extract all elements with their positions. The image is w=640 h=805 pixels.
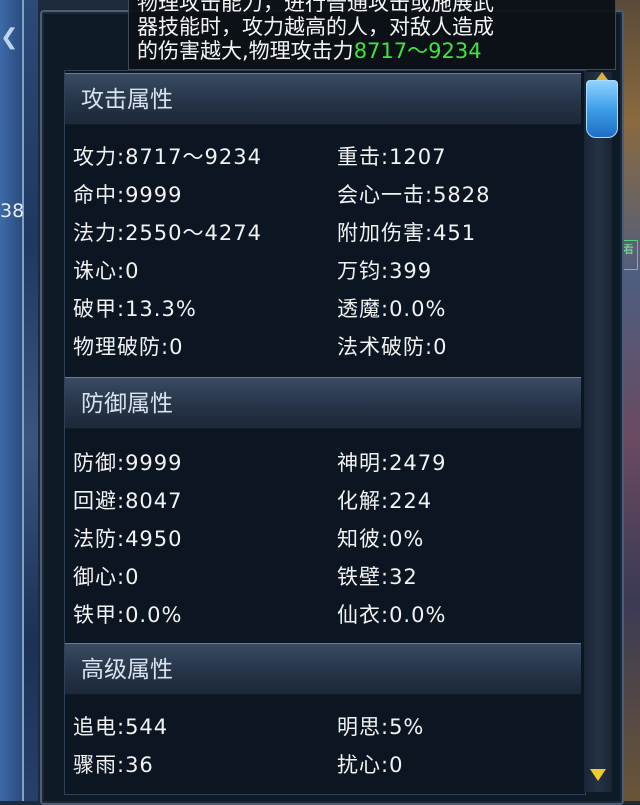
stat-resolve: 化解:224 <box>337 489 433 513</box>
scrollbar-track[interactable] <box>584 72 618 792</box>
stat-magic-penetration: 透魔:0.0% <box>337 297 447 321</box>
scrollbar-thumb[interactable] <box>586 80 618 138</box>
stat-critical-hit: 会心一击:5828 <box>337 183 491 207</box>
stat-accuracy: 命中:9999 <box>73 183 183 207</box>
stat-magic-defense: 法防:4950 <box>73 527 183 551</box>
stat-physical-pierce: 物理破防:0 <box>73 335 184 359</box>
scroll-down-icon[interactable] <box>590 769 606 781</box>
left-partial-number: 38 <box>0 200 25 222</box>
stat-evasion: 回避:8047 <box>73 489 183 513</box>
tooltip-line-2: 器技能时，攻力越高的人，对敌人造成 <box>137 15 494 39</box>
stat-magic-power: 法力:2550～4274 <box>73 221 262 245</box>
attack-tooltip: 物理攻击能力，进行普通攻击或施展武 器技能时，攻力越高的人，对敌人造成 的伤害越… <box>128 0 616 70</box>
stat-defense: 防御:9999 <box>73 451 183 475</box>
tooltip-attack-value: 8717～9234 <box>353 39 482 63</box>
left-window-edge <box>0 0 24 801</box>
section-header-defense: 防御属性 <box>65 377 581 429</box>
stat-wanjun: 万钧:399 <box>337 259 433 283</box>
tooltip-line-3-text: 的伤害越大,物理攻击力 <box>137 39 354 63</box>
right-partial-label: 看 <box>622 240 638 270</box>
section-header-attack: 攻击属性 <box>65 73 581 125</box>
collapse-arrow-icon[interactable]: ❮ <box>0 18 18 58</box>
stat-heavy-strike: 重击:1207 <box>337 145 447 169</box>
stat-raoxin: 扰心:0 <box>337 753 404 777</box>
stat-iron-wall: 铁壁:32 <box>337 565 418 589</box>
stat-immortal-robe: 仙衣:0.0% <box>337 603 447 627</box>
stat-zhibi: 知彼:0% <box>337 527 425 551</box>
stat-zhuxin: 诛心:0 <box>73 259 140 283</box>
stat-mingsi: 明思:5% <box>337 715 425 739</box>
stat-attack-power: 攻力:8717～9234 <box>73 145 262 169</box>
stat-zhuidian: 追电:544 <box>73 715 169 739</box>
stat-armor-break: 破甲:13.3% <box>73 297 197 321</box>
stat-zhouyu: 骤雨:36 <box>73 753 154 777</box>
attribute-list: 攻击属性 攻力:8717～9234 重击:1207 命中:9999 会心一击:5… <box>64 70 586 795</box>
stat-yuxin: 御心:0 <box>73 565 140 589</box>
scroll-up-icon[interactable] <box>596 72 608 80</box>
stat-shenming: 神明:2479 <box>337 451 447 475</box>
tooltip-line-3: 的伤害越大,物理攻击力8717～9234 <box>137 39 607 63</box>
attribute-panel: 攻击属性 攻力:8717～9234 重击:1207 命中:9999 会心一击:5… <box>40 10 624 805</box>
stat-iron-armor: 铁甲:0.0% <box>73 603 183 627</box>
background-left-scene: ❮ 38 <box>0 0 38 801</box>
tooltip-line-1: 物理攻击能力，进行普通攻击或施展武 <box>137 0 494 15</box>
stat-extra-damage: 附加伤害:451 <box>337 221 477 245</box>
section-header-advanced: 高级属性 <box>65 643 581 695</box>
stat-spell-pierce: 法术破防:0 <box>337 335 448 359</box>
